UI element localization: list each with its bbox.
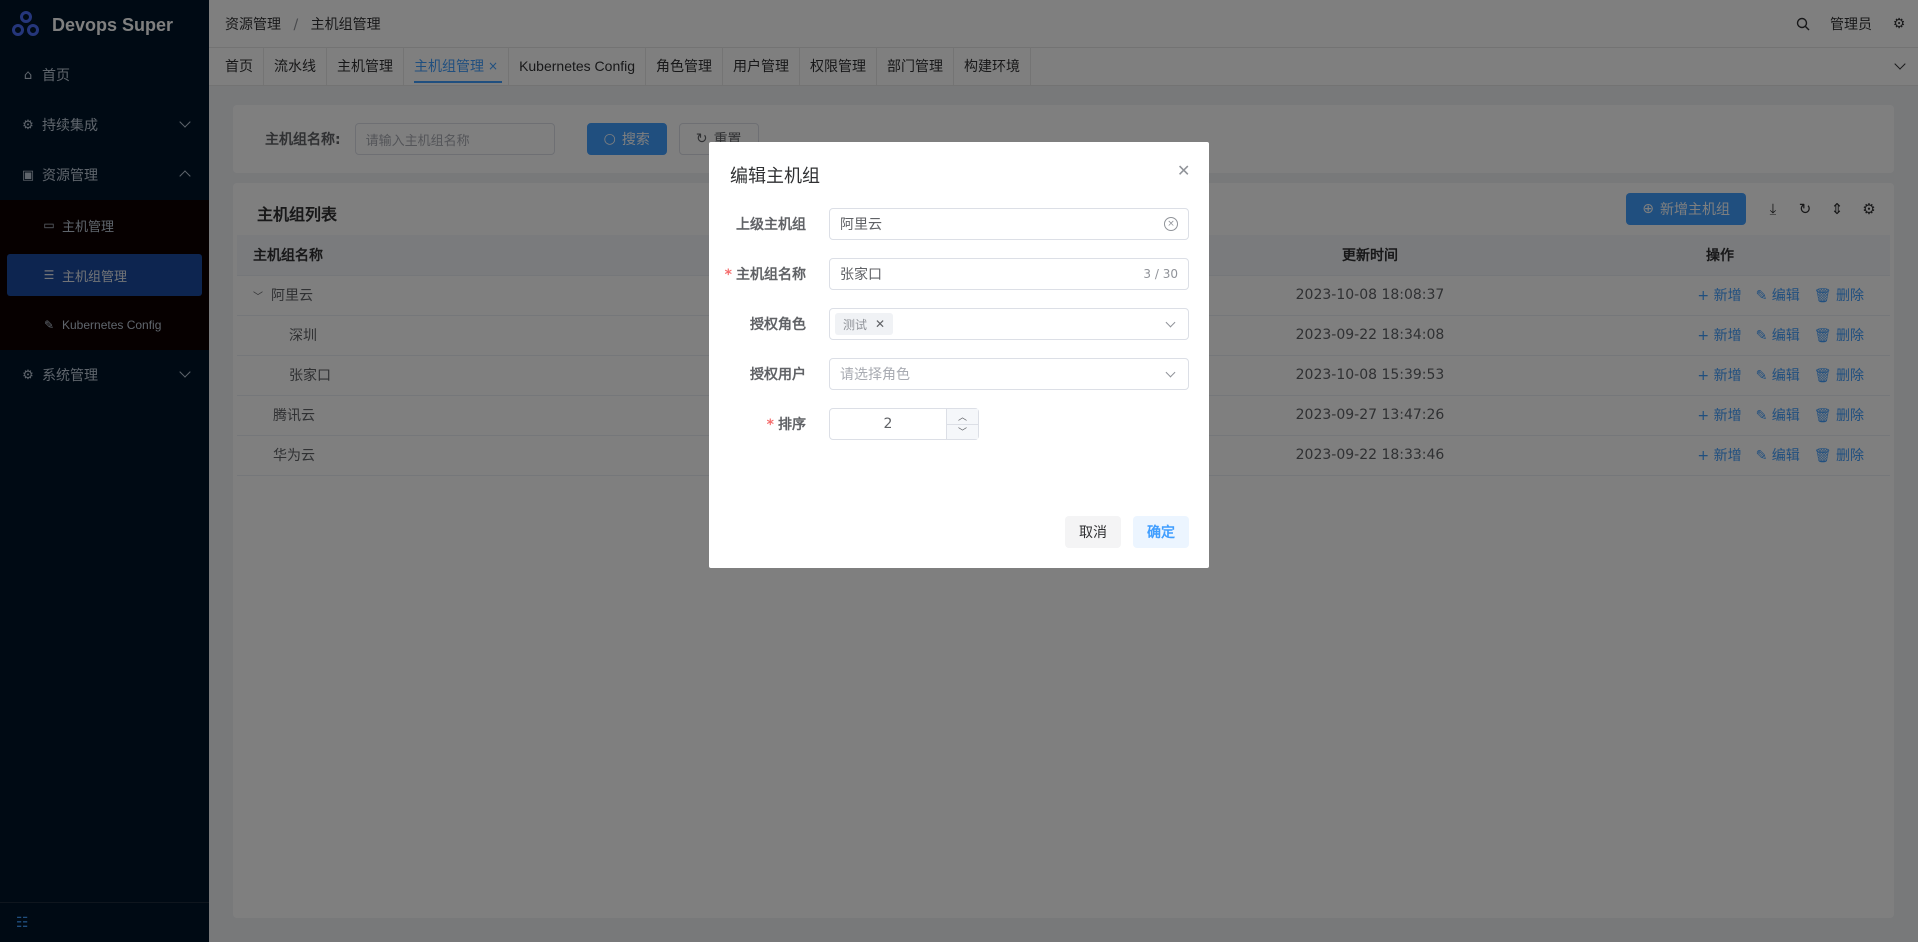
form-row-users: 授权用户 请选择角色 — [709, 358, 1209, 390]
roles-select[interactable]: 测试 ✕ — [829, 308, 1189, 340]
name-label-text: 主机组名称 — [736, 267, 806, 283]
form-row-parent: 上级主机组 阿里云 × — [709, 208, 1209, 240]
clear-icon[interactable]: × — [1164, 217, 1178, 231]
cancel-button[interactable]: 取消 — [1065, 516, 1121, 548]
name-input[interactable]: 张家口 3 / 30 — [829, 258, 1189, 290]
increase-button[interactable]: ︿ — [947, 409, 978, 425]
role-tag-label: 测试 — [843, 317, 868, 332]
sort-label-text: 排序 — [778, 417, 806, 433]
decrease-button[interactable]: ﹀ — [947, 424, 978, 439]
sort-label: * 排序 — [709, 414, 818, 434]
roles-label: 授权角色 — [750, 317, 806, 333]
confirm-button[interactable]: 确定 — [1133, 516, 1189, 548]
chevron-down-icon — [1165, 317, 1176, 328]
form-row-roles: 授权角色 测试 ✕ — [709, 308, 1209, 340]
dialog-title: 编辑主机组 — [730, 166, 820, 187]
form-row-name: * 主机组名称 张家口 3 / 30 — [709, 258, 1209, 290]
char-count: 3 / 30 — [1143, 267, 1178, 281]
sort-value: 2 — [883, 416, 893, 432]
edit-hostgroup-dialog: 编辑主机组 ✕ 上级主机组 阿里云 × * 主机组名称 张家口 3 / 30 授权… — [709, 142, 1209, 568]
role-tag: 测试 ✕ — [835, 313, 894, 335]
name-value: 张家口 — [840, 267, 882, 283]
name-label: * 主机组名称 — [709, 264, 818, 284]
parent-select[interactable]: 阿里云 × — [829, 208, 1189, 240]
required-mark: * — [766, 417, 774, 433]
form-row-sort: * 排序 2 ︿ ﹀ — [709, 408, 1209, 440]
required-mark: * — [724, 267, 732, 283]
parent-label: 上级主机组 — [736, 217, 806, 233]
chevron-down-icon — [1165, 367, 1176, 378]
close-icon[interactable]: ✕ — [1177, 163, 1191, 179]
users-placeholder: 请选择角色 — [840, 367, 910, 383]
users-label: 授权用户 — [750, 367, 806, 383]
sort-stepper[interactable]: 2 ︿ ﹀ — [829, 408, 979, 440]
users-select[interactable]: 请选择角色 — [829, 358, 1189, 390]
parent-value: 阿里云 — [840, 217, 882, 233]
close-icon[interactable]: ✕ — [875, 317, 885, 331]
